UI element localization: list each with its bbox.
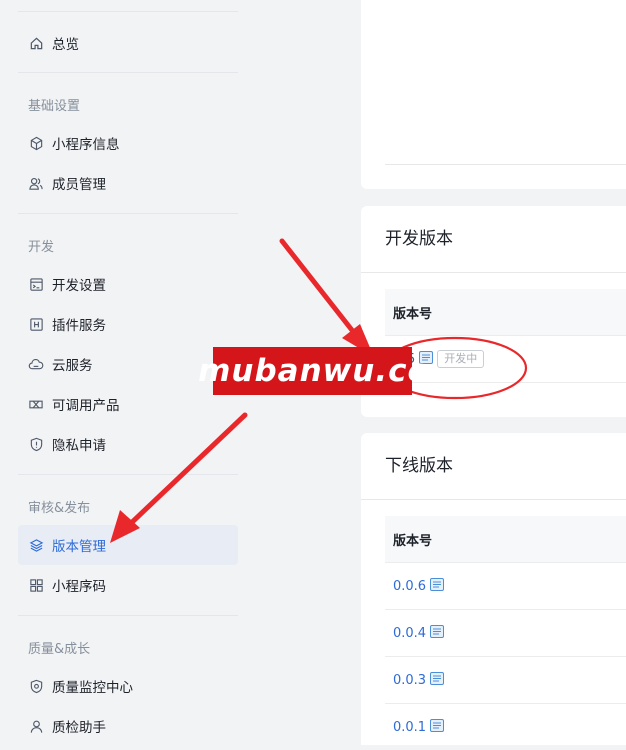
sidebar-item-label: 成员管理	[52, 177, 106, 193]
top-card	[361, 0, 626, 189]
document-icon[interactable]	[430, 671, 445, 689]
table-row: 0.0.3	[385, 657, 626, 704]
sidebar-item-privacy[interactable]: 隐私申请	[18, 424, 238, 464]
sidebar-divider	[18, 615, 238, 616]
plugin-icon	[28, 316, 44, 332]
sidebar-item-label: 质检助手	[52, 720, 106, 736]
sidebar-item-qa-assistant[interactable]: 质检助手	[18, 706, 238, 746]
sidebar-item-version-management[interactable]: 版本管理	[18, 525, 238, 565]
privacy-shield-icon	[28, 436, 44, 452]
document-icon[interactable]	[430, 577, 445, 595]
version-link[interactable]: 0.0.6	[393, 579, 426, 594]
home-icon	[28, 35, 44, 51]
sidebar-divider	[18, 72, 238, 73]
offline-version-title: 下线版本	[385, 456, 453, 476]
sidebar-item-qrcode[interactable]: 小程序码	[18, 565, 238, 605]
sidebar-item-label: 质量监控中心	[52, 680, 133, 696]
sidebar-divider	[18, 11, 238, 12]
dev-version-title: 开发版本	[385, 229, 453, 249]
sidebar-item-label: 小程序码	[52, 579, 106, 595]
column-header-version: 版本号	[385, 516, 626, 563]
sidebar-item-miniprogram-info[interactable]: 小程序信息	[18, 123, 238, 163]
table-row: 0.0.4	[385, 610, 626, 657]
qrcode-icon	[28, 577, 44, 593]
column-header-version: 版本号	[385, 289, 626, 336]
sidebar-item-products[interactable]: 可调用产品	[18, 384, 238, 424]
watermark-text: mubanwu.cc	[198, 353, 427, 389]
section-title-quality: 质量&成长	[28, 642, 91, 657]
sidebar-item-label: 开发设置	[52, 278, 106, 294]
cube-icon	[28, 135, 44, 151]
sidebar-item-dev-settings[interactable]: 开发设置	[18, 264, 238, 304]
version-link[interactable]: 0.0.1	[393, 720, 426, 735]
sidebar-item-label: 插件服务	[52, 318, 106, 334]
users-icon	[28, 175, 44, 191]
watermark: mubanwu.cc	[198, 347, 426, 395]
sidebar-divider	[18, 474, 238, 475]
sidebar-item-members[interactable]: 成员管理	[18, 163, 238, 203]
card-divider	[361, 499, 626, 500]
sidebar-item-plugin[interactable]: 插件服务	[18, 304, 238, 344]
sidebar-item-quality-monitor[interactable]: 质量监控中心	[18, 666, 238, 706]
document-icon[interactable]	[430, 718, 445, 736]
sidebar-item-label: 可调用产品	[52, 398, 120, 414]
sidebar-item-label: 云服务	[52, 358, 93, 374]
sidebar-item-label: 总览	[52, 37, 79, 53]
monitor-shield-icon	[28, 678, 44, 694]
sidebar-item-label: 隐私申请	[52, 438, 106, 454]
cloud-icon	[28, 356, 44, 372]
section-title-basic: 基础设置	[28, 99, 81, 114]
table-row: 0.0.6	[385, 563, 626, 610]
table-row: 0.0.1	[385, 704, 626, 750]
card-divider	[385, 164, 626, 165]
section-title-dev: 开发	[28, 240, 55, 255]
layers-icon	[28, 537, 44, 553]
sidebar-item-overview[interactable]: 总览	[18, 23, 238, 63]
person-icon	[28, 718, 44, 734]
sidebar-item-label: 版本管理	[52, 539, 106, 555]
dev-settings-icon	[28, 276, 44, 292]
sidebar-item-label: 小程序信息	[52, 137, 120, 153]
status-badge: 开发中	[437, 350, 485, 368]
offline-version-card: 下线版本 版本号 0.0.6 0.0.4 0.0.3 0.0.1	[361, 433, 626, 745]
version-link[interactable]: 0.0.4	[393, 626, 426, 641]
product-icon	[28, 396, 44, 412]
offline-version-table: 版本号 0.0.6 0.0.4 0.0.3 0.0.1	[385, 516, 626, 750]
document-icon[interactable]	[430, 624, 445, 642]
section-title-review: 审核&发布	[28, 501, 91, 516]
version-link[interactable]: 0.0.3	[393, 673, 426, 688]
card-divider	[361, 272, 626, 273]
sidebar-divider	[18, 213, 238, 214]
